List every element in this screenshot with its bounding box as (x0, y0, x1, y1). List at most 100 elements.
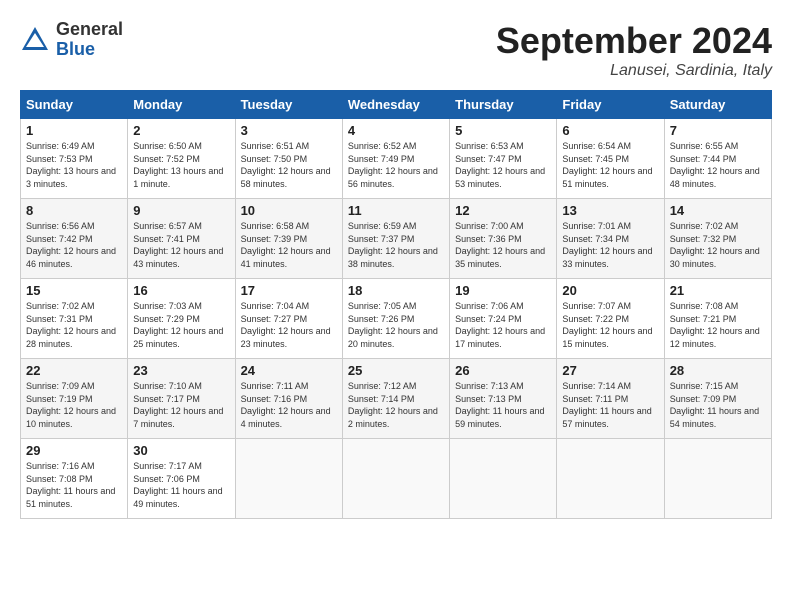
day-detail: Sunrise: 7:13 AM Sunset: 7:13 PM Dayligh… (455, 380, 551, 430)
calendar-week: 8 Sunrise: 6:56 AM Sunset: 7:42 PM Daylig… (21, 199, 772, 279)
day-detail: Sunrise: 6:52 AM Sunset: 7:49 PM Dayligh… (348, 140, 444, 190)
day-number: 16 (133, 283, 229, 298)
day-number: 12 (455, 203, 551, 218)
calendar-day: 17Sunrise: 7:04 AM Sunset: 7:27 PM Dayli… (235, 279, 342, 359)
calendar-day: 22 Sunrise: 7:09 AM Sunset: 7:19 PM Dayli… (21, 359, 128, 439)
day-number: 4 (348, 123, 444, 138)
weekday-header: Friday (557, 91, 664, 119)
day-number: 9 (133, 203, 229, 218)
day-number: 10 (241, 203, 337, 218)
day-detail: Sunrise: 6:53 AM Sunset: 7:47 PM Dayligh… (455, 140, 551, 190)
calendar-week: 29 Sunrise: 7:16 AM Sunset: 7:08 PM Dayli… (21, 439, 772, 519)
day-detail: Sunrise: 6:49 AM Sunset: 7:53 PM Dayligh… (26, 140, 122, 190)
day-number: 3 (241, 123, 337, 138)
day-number: 18 (348, 283, 444, 298)
calendar-week: 1 Sunrise: 6:49 AM Sunset: 7:53 PM Daylig… (21, 119, 772, 199)
calendar-day: 11 Sunrise: 6:59 AM Sunset: 7:37 PM Dayli… (342, 199, 449, 279)
calendar-day: 12 Sunrise: 7:00 AM Sunset: 7:36 PM Dayli… (450, 199, 557, 279)
calendar-week: 15Sunrise: 7:02 AM Sunset: 7:31 PM Dayli… (21, 279, 772, 359)
day-number: 11 (348, 203, 444, 218)
day-detail: Sunrise: 6:56 AM Sunset: 7:42 PM Dayligh… (26, 220, 122, 270)
day-detail: Sunrise: 7:02 AM Sunset: 7:32 PM Dayligh… (670, 220, 766, 270)
day-number: 25 (348, 363, 444, 378)
calendar-day: 6Sunrise: 6:54 AM Sunset: 7:45 PM Daylig… (557, 119, 664, 199)
day-number: 7 (670, 123, 766, 138)
day-detail: Sunrise: 6:58 AM Sunset: 7:39 PM Dayligh… (241, 220, 337, 270)
day-number: 28 (670, 363, 766, 378)
day-detail: Sunrise: 7:05 AM Sunset: 7:26 PM Dayligh… (348, 300, 444, 350)
day-detail: Sunrise: 6:57 AM Sunset: 7:41 PM Dayligh… (133, 220, 229, 270)
calendar-day: 23 Sunrise: 7:10 AM Sunset: 7:17 PM Dayli… (128, 359, 235, 439)
day-number: 1 (26, 123, 122, 138)
calendar-day: 16 Sunrise: 7:03 AM Sunset: 7:29 PM Dayli… (128, 279, 235, 359)
calendar-day: 8 Sunrise: 6:56 AM Sunset: 7:42 PM Daylig… (21, 199, 128, 279)
day-detail: Sunrise: 7:00 AM Sunset: 7:36 PM Dayligh… (455, 220, 551, 270)
calendar-day: 30 Sunrise: 7:17 AM Sunset: 7:06 PM Dayli… (128, 439, 235, 519)
calendar-table: SundayMondayTuesdayWednesdayThursdayFrid… (20, 90, 772, 519)
day-detail: Sunrise: 6:50 AM Sunset: 7:52 PM Dayligh… (133, 140, 229, 190)
calendar-day: 5 Sunrise: 6:53 AM Sunset: 7:47 PM Daylig… (450, 119, 557, 199)
calendar-day: 19Sunrise: 7:06 AM Sunset: 7:24 PM Dayli… (450, 279, 557, 359)
day-number: 26 (455, 363, 551, 378)
calendar-day (235, 439, 342, 519)
day-number: 23 (133, 363, 229, 378)
day-detail: Sunrise: 7:15 AM Sunset: 7:09 PM Dayligh… (670, 380, 766, 430)
day-detail: Sunrise: 7:17 AM Sunset: 7:06 PM Dayligh… (133, 460, 229, 510)
calendar-day: 26 Sunrise: 7:13 AM Sunset: 7:13 PM Dayli… (450, 359, 557, 439)
day-number: 2 (133, 123, 229, 138)
calendar-day: 14 Sunrise: 7:02 AM Sunset: 7:32 PM Dayli… (664, 199, 771, 279)
day-number: 13 (562, 203, 658, 218)
day-detail: Sunrise: 7:16 AM Sunset: 7:08 PM Dayligh… (26, 460, 122, 510)
calendar-day: 21 Sunrise: 7:08 AM Sunset: 7:21 PM Dayli… (664, 279, 771, 359)
logo-general: General (56, 20, 123, 40)
day-detail: Sunrise: 7:12 AM Sunset: 7:14 PM Dayligh… (348, 380, 444, 430)
calendar-day: 7Sunrise: 6:55 AM Sunset: 7:44 PM Daylig… (664, 119, 771, 199)
month-title: September 2024 (496, 20, 772, 62)
calendar-day: 27Sunrise: 7:14 AM Sunset: 7:11 PM Dayli… (557, 359, 664, 439)
calendar-day: 10 Sunrise: 6:58 AM Sunset: 7:39 PM Dayli… (235, 199, 342, 279)
day-detail: Sunrise: 7:03 AM Sunset: 7:29 PM Dayligh… (133, 300, 229, 350)
day-detail: Sunrise: 7:11 AM Sunset: 7:16 PM Dayligh… (241, 380, 337, 430)
logo-blue: Blue (56, 40, 123, 60)
logo: General Blue (20, 20, 123, 60)
day-detail: Sunrise: 7:08 AM Sunset: 7:21 PM Dayligh… (670, 300, 766, 350)
day-number: 22 (26, 363, 122, 378)
calendar-day: 4 Sunrise: 6:52 AM Sunset: 7:49 PM Daylig… (342, 119, 449, 199)
location: Lanusei, Sardinia, Italy (496, 62, 772, 80)
calendar-day: 18 Sunrise: 7:05 AM Sunset: 7:26 PM Dayli… (342, 279, 449, 359)
day-number: 15 (26, 283, 122, 298)
day-detail: Sunrise: 7:09 AM Sunset: 7:19 PM Dayligh… (26, 380, 122, 430)
day-number: 20 (562, 283, 658, 298)
day-number: 30 (133, 443, 229, 458)
weekday-header: Monday (128, 91, 235, 119)
day-detail: Sunrise: 6:59 AM Sunset: 7:37 PM Dayligh… (348, 220, 444, 270)
day-number: 21 (670, 283, 766, 298)
calendar-day: 15Sunrise: 7:02 AM Sunset: 7:31 PM Dayli… (21, 279, 128, 359)
calendar-day: 2 Sunrise: 6:50 AM Sunset: 7:52 PM Daylig… (128, 119, 235, 199)
day-number: 19 (455, 283, 551, 298)
weekday-header: Wednesday (342, 91, 449, 119)
day-number: 29 (26, 443, 122, 458)
day-detail: Sunrise: 7:10 AM Sunset: 7:17 PM Dayligh… (133, 380, 229, 430)
calendar-day: 9 Sunrise: 6:57 AM Sunset: 7:41 PM Daylig… (128, 199, 235, 279)
calendar-day: 1 Sunrise: 6:49 AM Sunset: 7:53 PM Daylig… (21, 119, 128, 199)
day-number: 5 (455, 123, 551, 138)
title-block: September 2024 Lanusei, Sardinia, Italy (496, 20, 772, 80)
weekday-header: Tuesday (235, 91, 342, 119)
day-number: 14 (670, 203, 766, 218)
page-header: General Blue September 2024 Lanusei, Sar… (20, 20, 772, 80)
header-row: SundayMondayTuesdayWednesdayThursdayFrid… (21, 91, 772, 119)
day-number: 8 (26, 203, 122, 218)
logo-text: General Blue (56, 20, 123, 60)
day-detail: Sunrise: 6:51 AM Sunset: 7:50 PM Dayligh… (241, 140, 337, 190)
calendar-header: SundayMondayTuesdayWednesdayThursdayFrid… (21, 91, 772, 119)
calendar-day (342, 439, 449, 519)
weekday-header: Saturday (664, 91, 771, 119)
calendar-day: 24Sunrise: 7:11 AM Sunset: 7:16 PM Dayli… (235, 359, 342, 439)
calendar-day: 3 Sunrise: 6:51 AM Sunset: 7:50 PM Daylig… (235, 119, 342, 199)
calendar-day (557, 439, 664, 519)
weekday-header: Sunday (21, 91, 128, 119)
calendar-day: 25 Sunrise: 7:12 AM Sunset: 7:14 PM Dayli… (342, 359, 449, 439)
calendar-day: 28 Sunrise: 7:15 AM Sunset: 7:09 PM Dayli… (664, 359, 771, 439)
calendar-week: 22 Sunrise: 7:09 AM Sunset: 7:19 PM Dayli… (21, 359, 772, 439)
